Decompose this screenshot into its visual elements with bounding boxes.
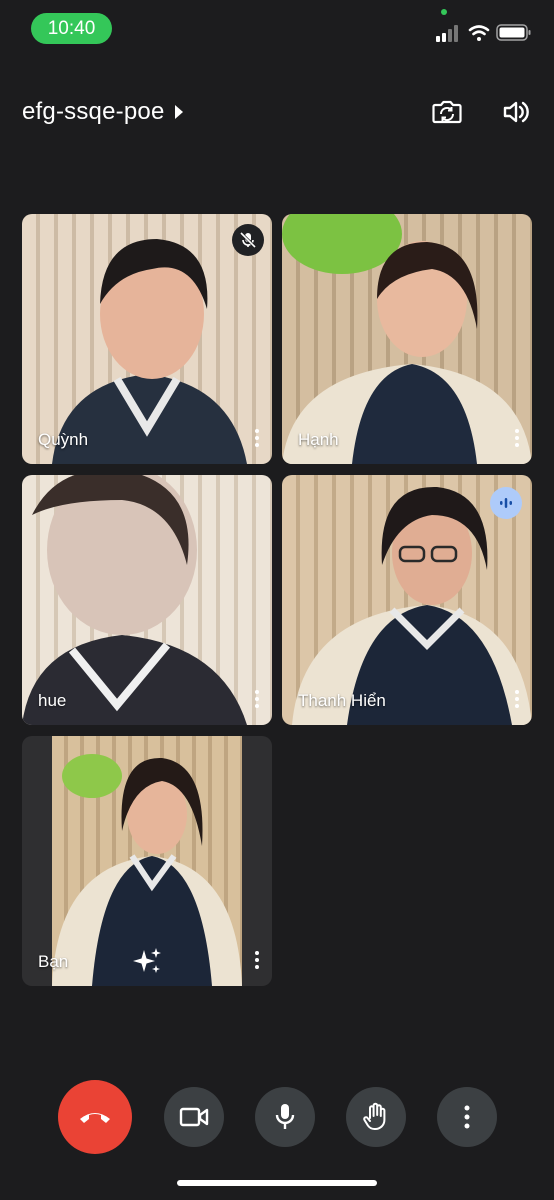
privacy-indicator-dot: [441, 9, 447, 15]
switch-camera-button[interactable]: [427, 92, 467, 132]
participant-video: [52, 239, 247, 464]
participant-name: hue: [38, 691, 67, 710]
participant-name: Hạnh: [298, 430, 339, 449]
participant-more-button[interactable]: [510, 426, 524, 454]
mic-off-icon: [239, 231, 257, 249]
participant-tile-hue[interactable]: hue: [22, 475, 272, 725]
end-call-icon: [80, 1113, 110, 1123]
more-options-button[interactable]: [437, 1087, 497, 1147]
wifi-icon: [468, 25, 490, 41]
meeting-code: efg-ssqe-poe: [22, 98, 165, 125]
more-options-icon: [464, 1105, 470, 1129]
meeting-code-button[interactable]: efg-ssqe-poe: [22, 98, 183, 126]
microphone-icon: [275, 1104, 295, 1129]
switch-camera-icon: [432, 100, 462, 124]
participant-more-button[interactable]: [510, 687, 524, 715]
caret-right-icon: [174, 105, 183, 119]
visual-effects-button[interactable]: [132, 946, 162, 976]
speaker-button[interactable]: [496, 92, 536, 132]
participant-more-button[interactable]: [250, 426, 264, 454]
end-call-button[interactable]: [58, 1080, 132, 1154]
participant-video: [282, 214, 532, 464]
self-view-tile[interactable]: Bạn: [22, 736, 272, 986]
cellular-signal-icon: [436, 25, 458, 42]
participant-more-button[interactable]: [250, 948, 264, 976]
participant-video: [22, 475, 247, 725]
microphone-toggle-button[interactable]: [255, 1087, 315, 1147]
camera-icon: [179, 1107, 209, 1127]
speaker-icon: [503, 101, 529, 123]
participant-tile-thanh-hien[interactable]: Thanh Hiển: [282, 475, 532, 725]
participant-tile-hanh[interactable]: Hạnh: [282, 214, 532, 464]
participant-name: Bạn: [38, 952, 69, 971]
participant-name: Thanh Hiển: [298, 691, 386, 710]
audio-level-icon: [500, 498, 512, 508]
raise-hand-icon: [363, 1102, 386, 1130]
speaking-indicator: [490, 487, 522, 519]
status-time: 10:40: [31, 13, 112, 44]
camera-toggle-button[interactable]: [164, 1087, 224, 1147]
muted-indicator: [232, 224, 264, 256]
home-indicator[interactable]: [177, 1180, 377, 1186]
raise-hand-button[interactable]: [346, 1087, 406, 1147]
participant-name: Quỳnh: [38, 430, 89, 449]
status-icons: [436, 24, 531, 42]
participant-more-button[interactable]: [250, 687, 264, 715]
participant-tile-quynh[interactable]: Quỳnh: [22, 214, 272, 464]
battery-icon: [496, 24, 531, 41]
